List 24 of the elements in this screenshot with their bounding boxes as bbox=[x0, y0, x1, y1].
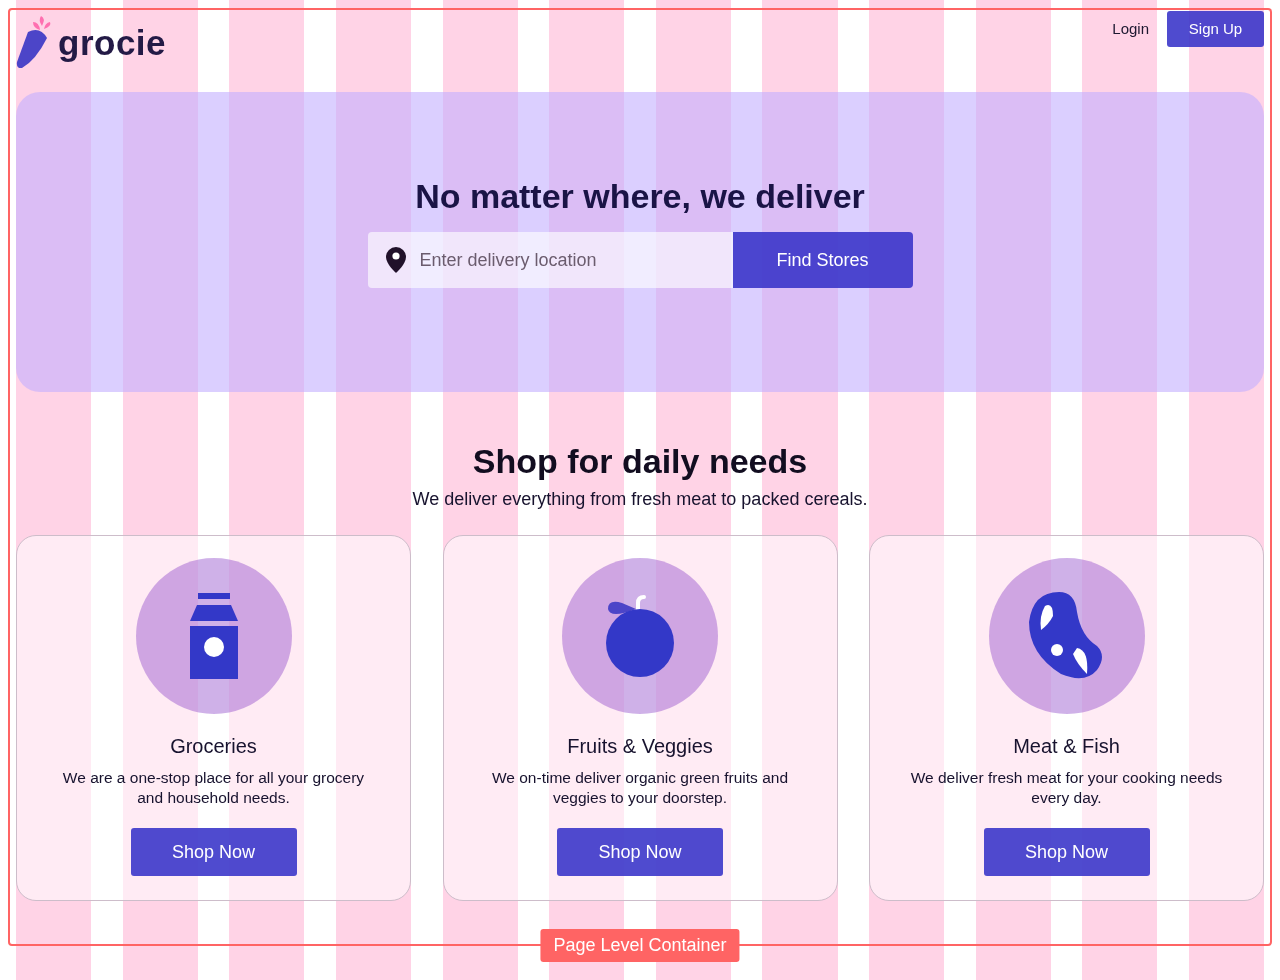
milk-carton-icon bbox=[189, 593, 238, 679]
container-label: Page Level Container bbox=[540, 929, 740, 962]
login-link[interactable]: Login bbox=[1112, 20, 1149, 37]
card-description: We are a one-stop place for all your grocery and household needs. bbox=[61, 768, 366, 808]
section-subtitle: We deliver everything from fresh meat to packed cereals. bbox=[412, 488, 868, 510]
fruit-icon bbox=[606, 593, 674, 679]
hero-title: No matter where, we deliver bbox=[415, 176, 865, 216]
shop-now-button[interactable]: Shop Now bbox=[983, 828, 1150, 876]
shop-now-button[interactable]: Shop Now bbox=[130, 828, 297, 876]
card-description: We on-time deliver organic green fruits and veggies to your doorstep. bbox=[490, 768, 790, 808]
section-title: Shop for daily needs bbox=[472, 441, 808, 481]
card-title: Groceries bbox=[170, 734, 257, 758]
find-stores-button[interactable]: Find Stores bbox=[732, 232, 913, 288]
card-description: We deliver fresh meat for your cooking needs every day. bbox=[909, 768, 1224, 808]
shop-now-button[interactable]: Shop Now bbox=[557, 828, 723, 876]
carrot-logo-icon bbox=[16, 16, 52, 68]
meat-icon bbox=[1028, 592, 1105, 680]
logo-text: grocie bbox=[58, 24, 167, 60]
location-pin-icon bbox=[385, 247, 406, 273]
location-input[interactable]: Enter delivery location bbox=[417, 248, 712, 272]
location-search-field[interactable]: Enter delivery location bbox=[367, 232, 733, 288]
card-title: Fruits & Veggies bbox=[567, 734, 713, 758]
sign-up-button[interactable]: Sign Up bbox=[1167, 10, 1264, 47]
card-title: Meat & Fish bbox=[1013, 734, 1120, 758]
